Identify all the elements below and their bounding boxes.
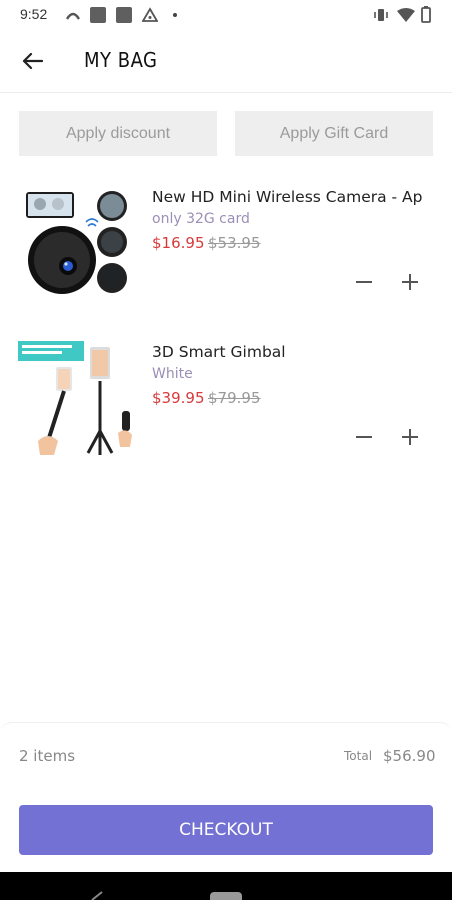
apply-discount-button[interactable]: Apply discount [19,111,217,156]
plus-icon [402,274,418,290]
more-notifications-icon [173,13,177,17]
plus-icon [402,429,418,445]
apply-gift-card-button[interactable]: Apply Gift Card [235,111,433,156]
item-count: 2 items [19,747,76,765]
back-button[interactable] [18,48,46,74]
decrease-quantity-button[interactable] [352,425,376,449]
notification-icon [90,7,106,23]
mini-camera-product-image [18,186,136,304]
gimbal-product-image [18,341,136,459]
total-value: $56.90 [383,747,436,765]
status-time: 9:52 [20,6,48,22]
app-notification-icon [66,12,80,20]
status-bar: 9:52 [0,0,452,30]
app-bar: MY BAG [0,30,452,93]
cart-item: New HD Mini Wireless Camera - App only 3… [0,186,452,316]
decrease-quantity-button[interactable] [352,270,376,294]
order-summary: 2 items Total $56.90 CHECKOUT [0,722,452,873]
item-variant: White [152,366,193,382]
home-handle[interactable] [210,892,242,900]
item-name[interactable]: 3D Smart Gimbal [152,343,286,361]
item-name[interactable]: New HD Mini Wireless Camera - App [152,188,422,206]
back-arrow-icon [22,52,43,70]
increase-quantity-button[interactable] [398,425,422,449]
checkout-button[interactable]: CHECKOUT [19,805,433,855]
total-label: Total [344,749,373,763]
increase-quantity-button[interactable] [398,270,422,294]
warning-triangle-icon [142,7,158,22]
item-variant: only 32G card [152,211,250,227]
battery-icon [421,6,431,23]
item-original-price: $79.95 [208,389,261,407]
item-sale-price: $39.95 [152,389,205,407]
item-original-price: $53.95 [208,234,261,252]
minus-icon [356,281,372,283]
system-back-icon[interactable] [90,890,106,900]
system-navigation-bar [0,872,452,900]
notification-icon [116,7,132,23]
vibrate-icon [374,9,388,21]
item-sale-price: $16.95 [152,234,205,252]
page-title: MY BAG [84,48,158,72]
minus-icon [356,436,372,438]
cart-item: 3D Smart Gimbal White $39.95 $79.95 [0,341,452,471]
wifi-icon [397,8,415,22]
